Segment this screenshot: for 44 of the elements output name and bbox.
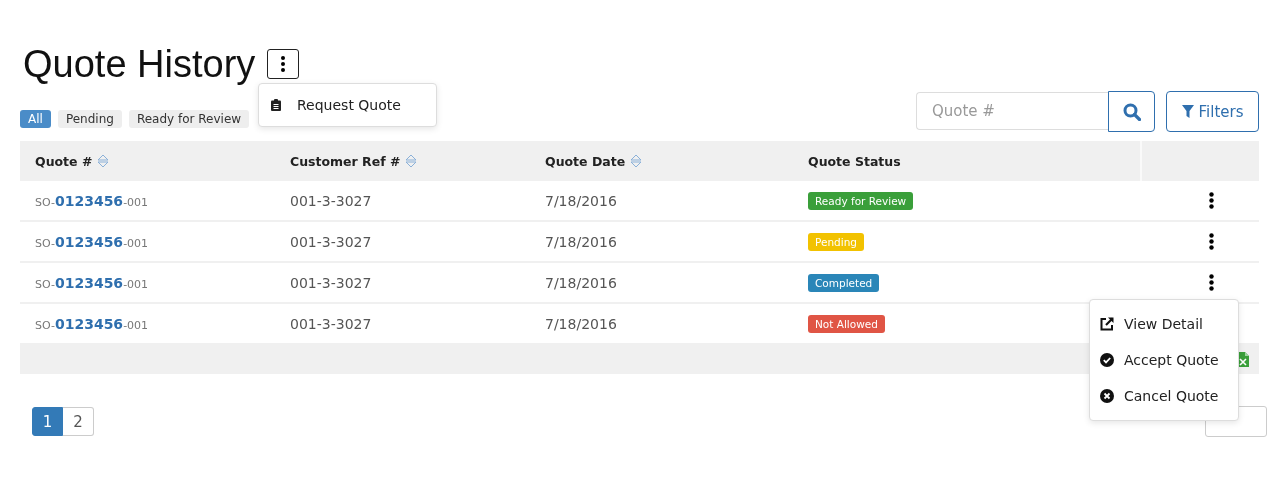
page-button[interactable]: 1 xyxy=(32,407,63,436)
x-circle-icon xyxy=(1100,389,1114,403)
page-button[interactable]: 2 xyxy=(63,407,94,436)
column-header: Quote # xyxy=(35,153,93,169)
column-header: Quote Status xyxy=(808,153,901,169)
status-label: Ready for Review xyxy=(808,191,914,210)
quote-number-link[interactable]: SO-0123456-001 xyxy=(35,274,149,291)
funnel-icon xyxy=(1181,105,1194,118)
filter-chip[interactable]: All xyxy=(20,110,51,128)
filters-button[interactable]: Filters xyxy=(1166,91,1259,132)
filter-chip[interactable]: Pending xyxy=(57,110,122,128)
column-header: Quote Date xyxy=(545,153,626,169)
search-field[interactable]: Quote # xyxy=(916,92,1108,130)
more-options-button[interactable] xyxy=(267,49,300,79)
quote-number-link[interactable]: SO-0123456-001 xyxy=(35,315,149,332)
status-label: Completed xyxy=(808,273,880,292)
table-cell: 7/18/2016 xyxy=(545,274,617,291)
vertical-dots-icon xyxy=(1209,274,1214,291)
status-label: Pending xyxy=(808,232,864,251)
quote-number-link[interactable]: SO-0123456-001 xyxy=(35,233,149,250)
clipboard-icon xyxy=(271,99,281,111)
page-title: Quote History xyxy=(23,42,256,86)
vertical-dots-icon xyxy=(281,56,286,72)
table-cell: 001-3-3027 xyxy=(290,315,372,332)
search-button[interactable] xyxy=(1108,91,1155,132)
menu-item[interactable]: View Detail xyxy=(1090,306,1238,342)
search-icon xyxy=(1122,102,1141,121)
check-circle-icon xyxy=(1100,353,1114,367)
vertical-dots-icon xyxy=(1209,192,1214,209)
vertical-dots-icon xyxy=(1209,233,1214,250)
quote-number-link[interactable]: SO-0123456-001 xyxy=(35,192,149,209)
table-cell: 001-3-3027 xyxy=(290,192,372,209)
menu-item[interactable]: Cancel Quote xyxy=(1090,378,1238,414)
external-link-icon xyxy=(1100,317,1114,331)
table-cell: 7/18/2016 xyxy=(545,233,617,250)
table-cell: 7/18/2016 xyxy=(545,192,617,209)
table-cell: 001-3-3027 xyxy=(290,233,372,250)
filter-chip[interactable]: Ready for Review xyxy=(128,110,250,128)
menu-item[interactable]: Accept Quote xyxy=(1090,342,1238,378)
table-cell: 001-3-3027 xyxy=(290,274,372,291)
column-header: Customer Ref # xyxy=(290,153,401,169)
table-cell: 7/18/2016 xyxy=(545,315,617,332)
status-label: Not Allowed xyxy=(808,314,885,333)
menu-item[interactable]: Request Quote xyxy=(259,92,436,118)
